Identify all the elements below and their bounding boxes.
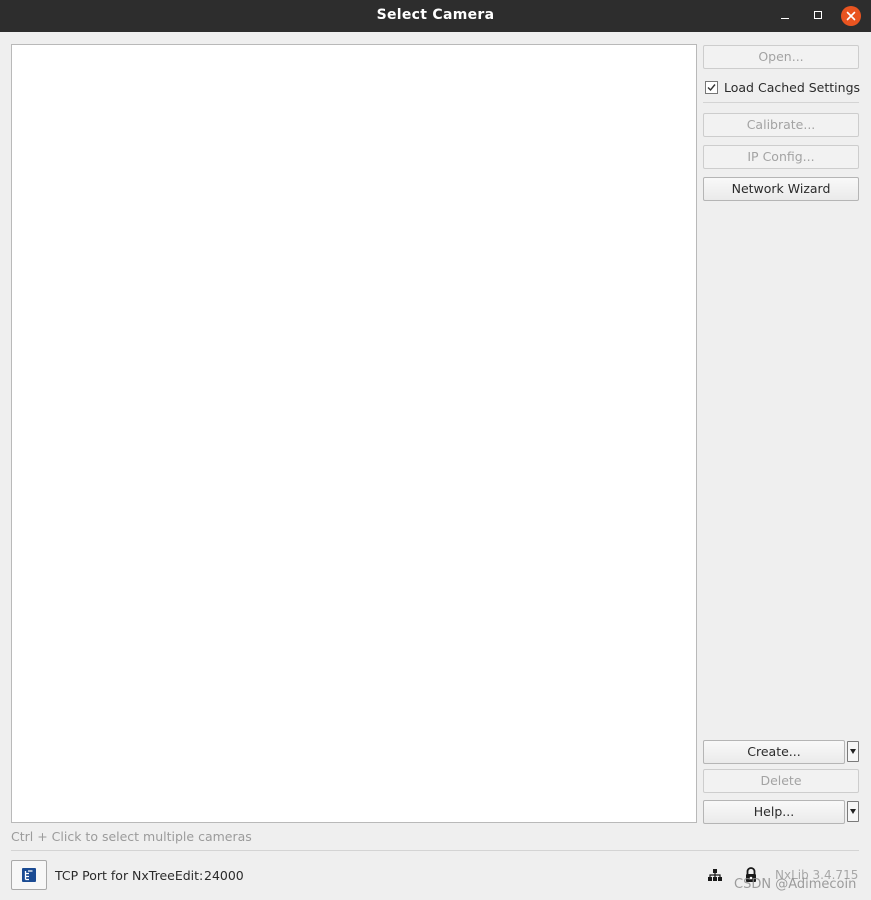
create-dropdown-chevron-down-icon[interactable] xyxy=(847,741,859,762)
help-dropdown-chevron-down-icon[interactable] xyxy=(847,801,859,822)
tree-edit-button[interactable] xyxy=(11,860,47,890)
maximize-icon[interactable] xyxy=(808,6,828,26)
tree-view-icon xyxy=(22,868,36,882)
selection-hint: Ctrl + Click to select multiple cameras xyxy=(11,829,252,844)
load-cached-settings-label: Load Cached Settings xyxy=(724,79,861,95)
ip-config-button[interactable]: IP Config... xyxy=(703,145,859,169)
window-title: Select Camera xyxy=(376,7,495,23)
tcp-port-value: 24000 xyxy=(204,868,244,883)
close-icon[interactable] xyxy=(841,6,861,26)
network-wizard-button[interactable]: Network Wizard xyxy=(703,177,859,201)
title-bar: Select Camera xyxy=(0,0,871,32)
create-button[interactable]: Create... xyxy=(703,740,845,764)
camera-list[interactable] xyxy=(11,44,697,823)
minimize-icon[interactable] xyxy=(775,6,795,26)
footer-separator xyxy=(11,850,859,851)
network-icon xyxy=(706,866,724,884)
calibrate-button[interactable]: Calibrate... xyxy=(703,113,859,137)
tcp-port-label: TCP Port for NxTreeEdit: xyxy=(55,868,204,883)
checkbox-checked-icon[interactable] xyxy=(705,80,718,94)
separator xyxy=(703,102,859,103)
select-camera-window: Select Camera Open... Load Cached Settin… xyxy=(0,0,871,900)
open-button[interactable]: Open... xyxy=(703,45,859,69)
help-button[interactable]: Help... xyxy=(703,800,845,824)
load-cached-settings-checkbox[interactable]: Load Cached Settings xyxy=(705,78,860,96)
watermark: CSDN @Adimecoin xyxy=(734,877,857,892)
delete-button[interactable]: Delete xyxy=(703,769,859,793)
